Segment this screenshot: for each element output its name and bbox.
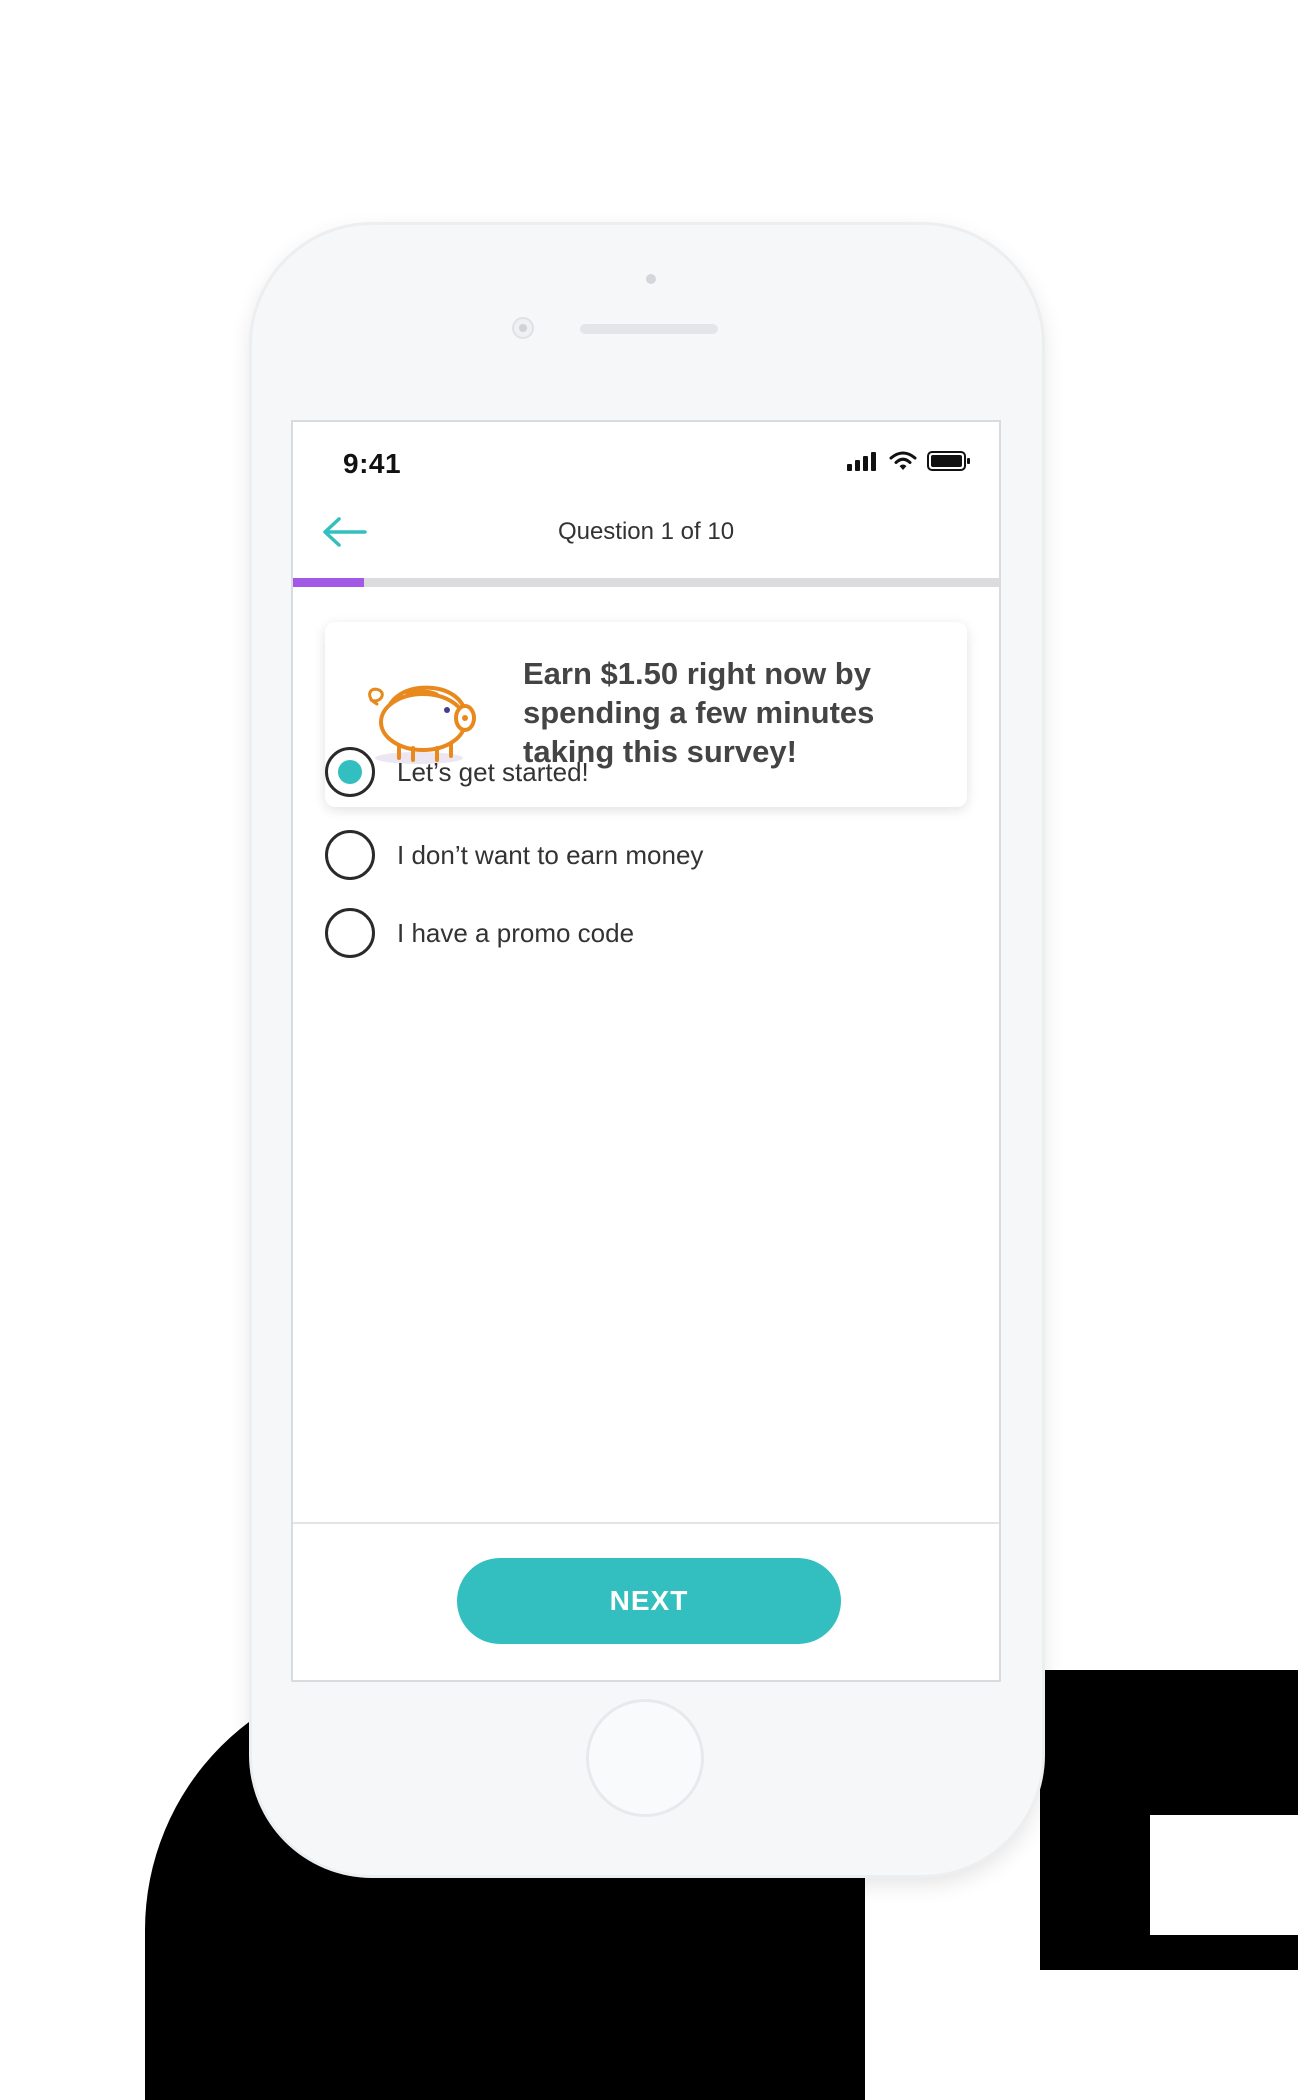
footer-divider <box>293 1522 999 1524</box>
radio-selected[interactable] <box>325 747 375 797</box>
progress-bar <box>293 578 999 587</box>
option-lets-get-started[interactable]: Let’s get started! <box>325 744 589 800</box>
next-button[interactable]: NEXT <box>457 1558 841 1644</box>
sensor-dot <box>646 274 656 284</box>
battery-icon <box>927 451 970 471</box>
wifi-icon <box>889 451 917 470</box>
signal-icon <box>847 452 876 471</box>
option-promo-code[interactable]: I have a promo code <box>325 905 634 961</box>
option-label: I have a promo code <box>397 917 635 948</box>
question-counter: Question 1 of 10 <box>557 518 735 545</box>
radio-unselected[interactable] <box>325 830 375 880</box>
earpiece-speaker <box>580 324 718 334</box>
progress-bar-fill <box>293 578 364 587</box>
home-button[interactable] <box>586 1699 704 1817</box>
background-strip <box>1080 2050 1298 2058</box>
question-header: Question 1 of 10 <box>293 510 999 560</box>
app-screen: 9:41 Question 1 of 10 Earn $1.50 right n… <box>291 420 1001 1682</box>
background-cutout <box>1150 1815 1298 1935</box>
radio-unselected[interactable] <box>325 908 375 958</box>
option-label: Let’s get started! <box>397 756 589 787</box>
status-icons <box>847 450 971 472</box>
option-dont-want-to-earn[interactable]: I don’t want to earn money <box>325 827 703 883</box>
status-bar: 9:41 <box>293 422 999 486</box>
front-camera <box>512 317 534 339</box>
status-time: 9:41 <box>343 448 402 479</box>
option-label: I don’t want to earn money <box>397 839 704 870</box>
